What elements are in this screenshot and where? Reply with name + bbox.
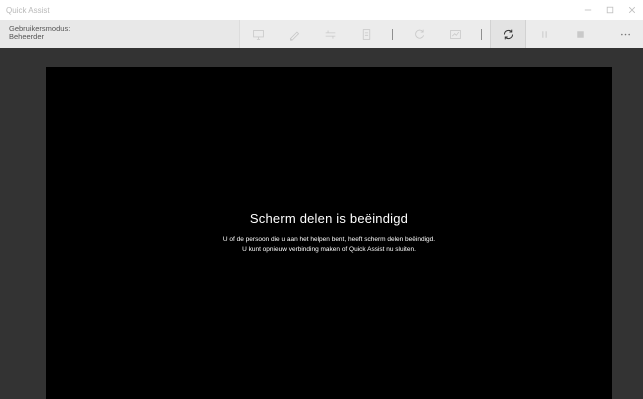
shared-screen-panel: Scherm delen is beëindigd U of de persoo… — [46, 67, 612, 399]
more-icon — [620, 33, 630, 35]
session-ended-line-2: U kunt opnieuw verbinding maken of Quick… — [242, 246, 416, 253]
minimize-icon — [584, 9, 592, 11]
quick-assist-window: Quick Assist Gebruikersmodus: Beheerder — [0, 0, 643, 399]
user-mode-value: Beheerder — [9, 32, 45, 41]
toolbar-separator — [392, 28, 393, 40]
instruction-channel-button[interactable] — [348, 20, 384, 48]
actual-size-icon — [325, 29, 335, 39]
annotate-icon — [289, 30, 299, 41]
user-mode-indicator: Gebruikersmodus: Beheerder — [0, 20, 240, 48]
maximize-button[interactable] — [599, 0, 621, 20]
task-manager-icon — [449, 29, 461, 39]
monitor-select-icon — [252, 29, 264, 40]
restart-button[interactable] — [401, 20, 437, 48]
session-area: Scherm delen is beëindigd U of de persoo… — [0, 48, 643, 399]
restart-icon — [414, 29, 424, 39]
close-icon — [628, 6, 636, 14]
pause-icon — [541, 30, 547, 38]
more-options-button[interactable] — [607, 20, 643, 48]
task-manager-button[interactable] — [437, 20, 473, 48]
window-title: Quick Assist — [6, 5, 50, 15]
toolbar-actions — [240, 20, 643, 48]
maximize-icon — [606, 6, 614, 14]
stop-button[interactable] — [562, 20, 598, 48]
session-ended-line-1: U of de persoon die u aan het helpen ben… — [222, 236, 436, 243]
session-ended-title: Scherm delen is beëindigd — [249, 211, 409, 226]
session-ended-message: U of de persoon die u aan het helpen ben… — [223, 235, 435, 255]
select-monitor-button[interactable] — [240, 20, 276, 48]
reconnect-button[interactable] — [490, 20, 526, 48]
actual-size-button[interactable] — [312, 20, 348, 48]
instruction-channel-icon — [362, 28, 370, 40]
pause-button[interactable] — [526, 20, 562, 48]
close-button[interactable] — [621, 0, 643, 20]
window-controls — [577, 0, 643, 20]
annotate-button[interactable] — [276, 20, 312, 48]
minimize-button[interactable] — [577, 0, 599, 20]
reconnect-icon — [503, 29, 513, 39]
session-toolbar: Gebruikersmodus: Beheerder — [0, 20, 643, 48]
toolbar-separator — [481, 28, 482, 40]
title-bar: Quick Assist — [0, 0, 643, 20]
stop-icon — [576, 30, 584, 38]
